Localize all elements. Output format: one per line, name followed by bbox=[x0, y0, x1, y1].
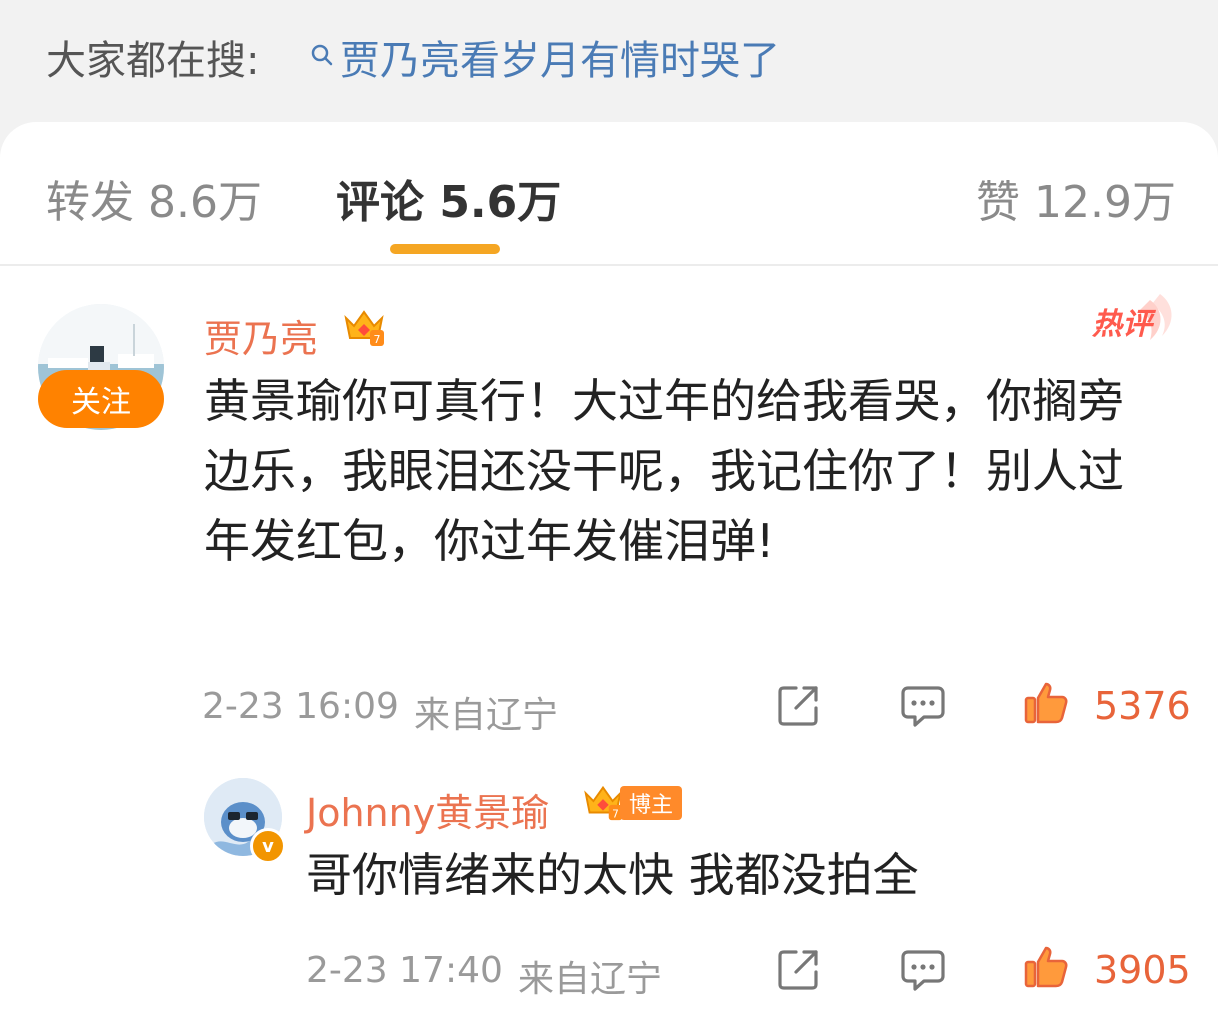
like-count: 5376 bbox=[1094, 684, 1191, 728]
share-icon[interactable] bbox=[774, 944, 824, 994]
comment-text: 黄景瑜你可真行！大过年的给我看哭，你搁旁边乐，我眼泪还没干呢，我记住你了！别人过… bbox=[204, 374, 1124, 568]
hot-comment-icon: 热评 bbox=[1090, 290, 1182, 350]
svg-text:7: 7 bbox=[612, 808, 619, 820]
tab-likes[interactable]: 赞 12.9万 bbox=[976, 166, 1176, 230]
like-icon[interactable] bbox=[1022, 942, 1072, 992]
comment-panel: 转发 8.6万 评论 5.6万 赞 12.9万 关注 贾乃亮 7 热评 黄景瑜你… bbox=[0, 122, 1218, 1024]
verified-badge: v bbox=[250, 828, 286, 864]
active-tab-indicator bbox=[390, 244, 500, 254]
reply-like-count: 3905 bbox=[1094, 948, 1191, 992]
comment-location: 来自辽宁 bbox=[414, 695, 559, 736]
trending-search-link[interactable]: 贾乃亮看岁月有情时哭了 bbox=[306, 28, 780, 86]
comment-icon[interactable] bbox=[898, 944, 948, 994]
reply-text: 哥你情绪来的太快 我都没拍全 bbox=[306, 848, 919, 902]
reply-time: 2-23 17:40 bbox=[306, 950, 503, 991]
tab-comments[interactable]: 评论 5.6万 bbox=[336, 166, 561, 230]
like-icon[interactable] bbox=[1022, 678, 1072, 728]
hot-comment-label: 热评 bbox=[1091, 307, 1157, 342]
share-icon[interactable] bbox=[774, 680, 824, 730]
comment-username[interactable]: 贾乃亮 bbox=[204, 308, 318, 363]
reply-username[interactable]: Johnny黄景瑜 bbox=[306, 782, 549, 837]
svg-text:7: 7 bbox=[374, 333, 381, 346]
crown-badge-icon: 7 bbox=[340, 302, 388, 354]
blogger-badge: 博主 bbox=[620, 786, 682, 820]
reply-location: 来自辽宁 bbox=[518, 959, 663, 1000]
search-icon bbox=[306, 37, 336, 77]
comment-icon[interactable] bbox=[898, 680, 948, 730]
follow-button[interactable]: 关注 bbox=[38, 370, 164, 428]
comment-time: 2-23 16:09 bbox=[202, 686, 399, 727]
trending-search-text: 贾乃亮看岁月有情时哭了 bbox=[340, 38, 780, 84]
search-prefix: 大家都在搜: bbox=[46, 38, 260, 84]
tab-bar: 转发 8.6万 评论 5.6万 赞 12.9万 bbox=[0, 122, 1218, 266]
tab-repost[interactable]: 转发 8.6万 bbox=[46, 166, 262, 230]
search-banner: 大家都在搜: 贾乃亮看岁月有情时哭了 bbox=[0, 0, 1218, 122]
